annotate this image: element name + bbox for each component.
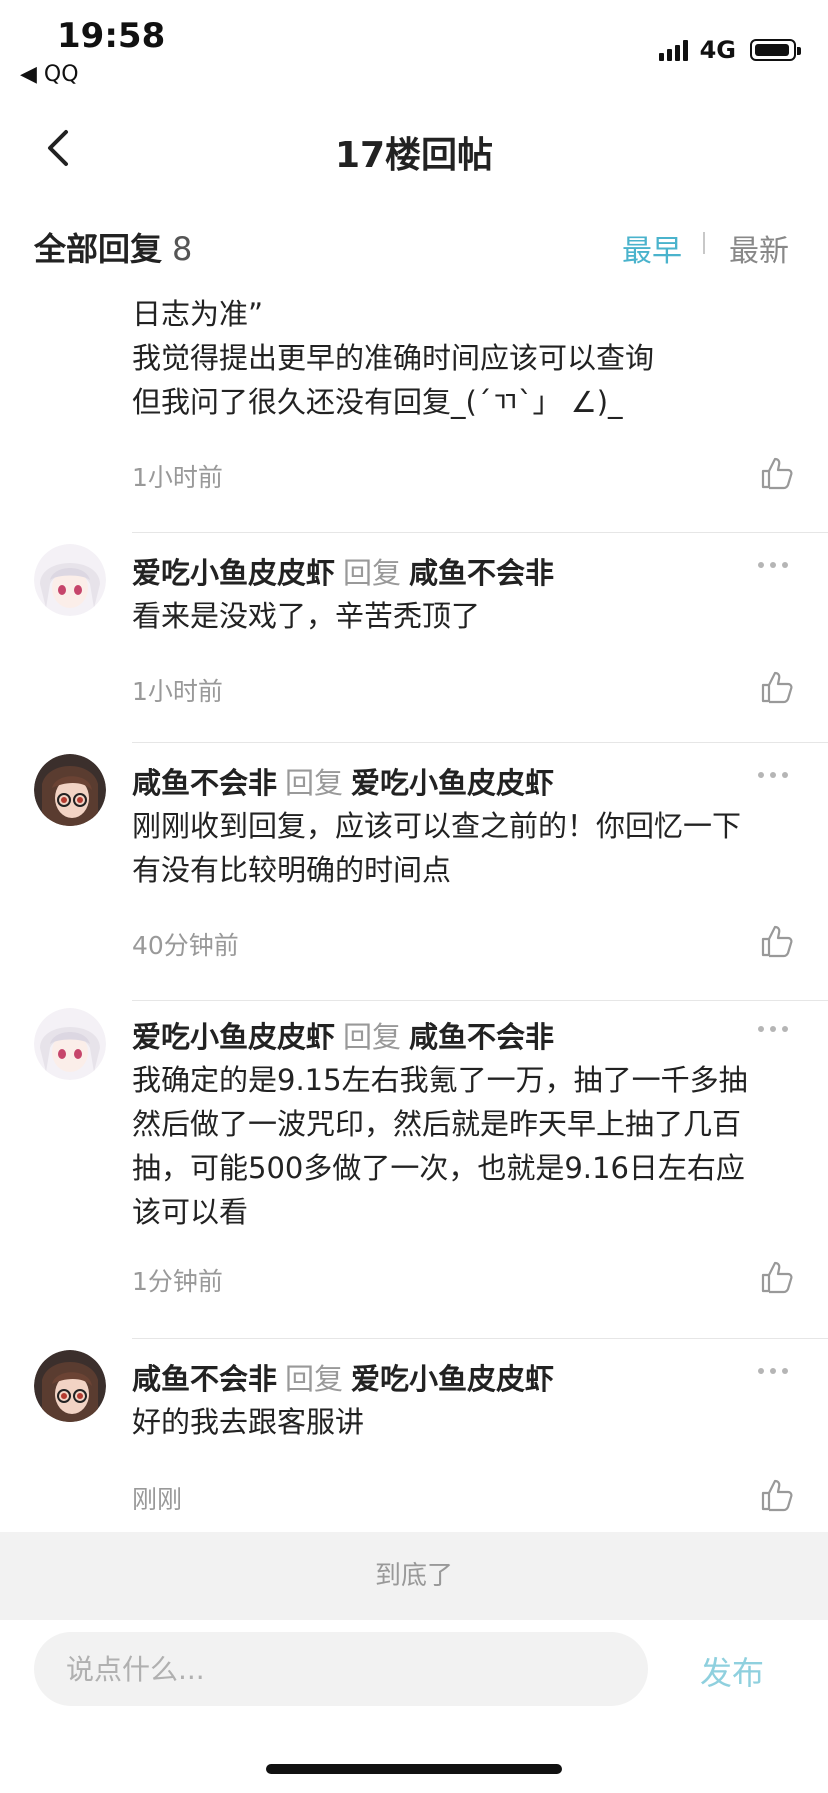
author-name[interactable]: 咸鱼不会非 bbox=[132, 1362, 277, 1396]
anime-avatar-icon bbox=[34, 754, 106, 826]
comment-divider bbox=[132, 532, 828, 533]
comment-time: 刚刚 bbox=[132, 1485, 183, 1514]
comment-body: 看来是没戏了，辛苦秃顶了 bbox=[132, 594, 802, 638]
comment-header: 爱吃小鱼皮皮虾 回复 咸鱼不会非 bbox=[132, 550, 554, 592]
reply-target-name[interactable]: 爱吃小鱼皮皮虾 bbox=[351, 1362, 554, 1396]
anime-avatar-icon bbox=[34, 544, 106, 616]
comment-header: 爱吃小鱼皮皮虾 回复 咸鱼不会非 bbox=[132, 1014, 554, 1056]
comment-divider bbox=[132, 1000, 828, 1001]
comment-line: 抽，可能500多做了一次，也就是9.16日左右应 bbox=[132, 1151, 745, 1185]
reply-label: 回复 bbox=[285, 1362, 344, 1396]
status-time: 19:58 bbox=[57, 16, 166, 56]
all-replies-label: 全部回复 8 bbox=[34, 224, 192, 270]
comment-time: 1分钟前 bbox=[132, 1267, 223, 1296]
comment-divider bbox=[132, 742, 828, 743]
comment-line: 然后做了一波咒印，然后就是昨天早上抽了几百 bbox=[132, 1107, 742, 1141]
home-indicator[interactable] bbox=[266, 1764, 562, 1774]
avatar[interactable] bbox=[34, 754, 106, 826]
comment-line: 刚刚收到回复，应该可以查之前的！你回忆一下 bbox=[132, 809, 742, 843]
all-replies-text: 全部回复 bbox=[34, 230, 163, 268]
end-of-list-label: 到底了 bbox=[0, 1532, 828, 1620]
comment-body: 我确定的是9.15左右我氪了一万，抽了一千多抽 然后做了一波咒印，然后就是昨天早… bbox=[132, 1058, 802, 1234]
sort-earliest-tab[interactable]: 最早 bbox=[622, 226, 682, 270]
reply-label: 回复 bbox=[343, 1020, 402, 1054]
comment-time: 1小时前 bbox=[132, 463, 223, 492]
battery-icon bbox=[750, 39, 801, 61]
page-title: 17楼回帖 bbox=[334, 135, 494, 176]
avatar[interactable] bbox=[34, 1008, 106, 1080]
comment-line: 该可以看 bbox=[132, 1195, 249, 1229]
anime-avatar-icon bbox=[34, 1350, 106, 1422]
status-indicators: 4G bbox=[658, 36, 801, 64]
back-to-app-link[interactable]: ◀ QQ bbox=[20, 62, 79, 87]
comment-line: 但我问了很久还没有回复_(´ㄲ`」 ∠)_ bbox=[132, 385, 623, 419]
publish-button[interactable]: 发布 bbox=[700, 1648, 764, 1694]
more-options-icon[interactable] bbox=[758, 558, 788, 570]
comment-divider bbox=[132, 1338, 828, 1339]
comment-line: 有没有比较明确的时间点 bbox=[132, 853, 452, 887]
comment-input[interactable] bbox=[34, 1632, 648, 1706]
avatar[interactable] bbox=[34, 544, 106, 616]
signal-icon bbox=[658, 39, 688, 61]
network-type: 4G bbox=[699, 36, 736, 64]
partial-comment-body: 日志为准” 我觉得提出更早的准确时间应该可以查询 但我问了很久还没有回复_(´ㄲ… bbox=[132, 270, 792, 424]
sort-divider bbox=[703, 232, 705, 254]
reply-target-name[interactable]: 爱吃小鱼皮皮虾 bbox=[351, 766, 554, 800]
author-name[interactable]: 爱吃小鱼皮皮虾 bbox=[132, 1020, 335, 1054]
author-name[interactable]: 咸鱼不会非 bbox=[132, 766, 277, 800]
comment-body: 好的我去跟客服讲 bbox=[132, 1400, 802, 1444]
reply-target-name[interactable]: 咸鱼不会非 bbox=[409, 1020, 554, 1054]
comment-time: 1小时前 bbox=[132, 677, 223, 706]
more-options-icon[interactable] bbox=[758, 1364, 788, 1376]
replies-list[interactable]: 日志为准” 我觉得提出更早的准确时间应该可以查询 但我问了很久还没有回复_(´ㄲ… bbox=[0, 270, 828, 1532]
comment-header: 咸鱼不会非 回复 爱吃小鱼皮皮虾 bbox=[132, 1356, 554, 1398]
comment-line: 好的我去跟客服讲 bbox=[132, 1405, 365, 1439]
thumbs-up-icon[interactable] bbox=[758, 922, 796, 960]
reply-target-name[interactable]: 咸鱼不会非 bbox=[409, 556, 554, 590]
comment-line: 日志为准” bbox=[132, 297, 264, 331]
more-options-icon[interactable] bbox=[758, 1022, 788, 1034]
thumbs-up-icon[interactable] bbox=[758, 1476, 796, 1514]
comment-body: 刚刚收到回复，应该可以查之前的！你回忆一下 有没有比较明确的时间点 bbox=[132, 804, 802, 892]
sort-latest-tab[interactable]: 最新 bbox=[729, 226, 789, 270]
anime-avatar-icon bbox=[34, 1008, 106, 1080]
comment-line: 看来是没戏了，辛苦秃顶了 bbox=[132, 599, 481, 633]
comment-header: 咸鱼不会非 回复 爱吃小鱼皮皮虾 bbox=[132, 760, 554, 802]
thumbs-up-icon[interactable] bbox=[758, 1258, 796, 1296]
avatar[interactable] bbox=[34, 1350, 106, 1422]
more-options-icon[interactable] bbox=[758, 768, 788, 780]
comment-line: 我确定的是9.15左右我氪了一万，抽了一千多抽 bbox=[132, 1063, 748, 1097]
author-name[interactable]: 爱吃小鱼皮皮虾 bbox=[132, 556, 335, 590]
comment-time: 40分钟前 bbox=[132, 931, 239, 960]
thumbs-up-icon[interactable] bbox=[758, 454, 796, 492]
reply-label: 回复 bbox=[285, 766, 344, 800]
reply-label: 回复 bbox=[343, 556, 402, 590]
reply-count: 8 bbox=[172, 230, 193, 268]
thumbs-up-icon[interactable] bbox=[758, 668, 796, 706]
comment-line: 我觉得提出更早的准确时间应该可以查询 bbox=[132, 341, 655, 375]
